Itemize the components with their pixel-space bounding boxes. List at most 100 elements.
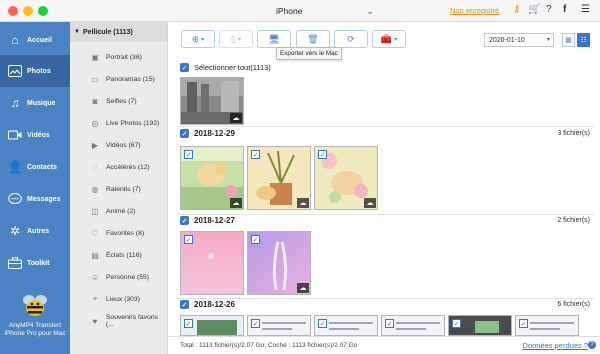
export-to-device-button[interactable]: ▯ ▾: [219, 30, 253, 48]
cart-icon[interactable]: 🛒: [528, 4, 540, 15]
refresh-icon: ⟳: [347, 33, 355, 44]
checkbox-checked-icon: ✓: [251, 150, 260, 159]
list-view-button[interactable]: ☷: [577, 33, 590, 47]
album-item-favorites[interactable]: ♡ Favorites (8): [70, 222, 167, 244]
checkbox-checked-icon: ✓: [318, 319, 327, 328]
nav-item-musique[interactable]: ♫ Musique: [0, 87, 70, 119]
divider: [178, 214, 594, 215]
checkbox-checked-icon: ✓: [452, 319, 461, 328]
nav-item-autres[interactable]: ✲ Autres: [0, 215, 70, 247]
photo-thumbnail[interactable]: ✓: [448, 315, 512, 336]
album-item-selfies[interactable]: ◙ Selfies (7): [70, 90, 167, 112]
album-label: Animé (2): [106, 207, 136, 215]
group-count: 6 fichier(s): [557, 301, 590, 308]
zoom-window-button[interactable]: [38, 6, 48, 16]
divider: [178, 298, 594, 299]
nav-item-videos[interactable]: Vidéos: [0, 119, 70, 151]
album-item-animated[interactable]: ◫ Animé (2): [70, 200, 167, 222]
album-item-people[interactable]: ☺ Personne (55): [70, 266, 167, 288]
photo-thumbnail[interactable]: ✓ ☁: [247, 231, 311, 295]
total-summary: Total : 1113 fichier(s)/2.07 Go; Coché :…: [180, 342, 358, 349]
checkbox-checked-icon: ✓: [184, 235, 193, 244]
date-filter-input[interactable]: 2020-01-10 ▾: [484, 33, 554, 47]
album-label: Souvenirs favoris (...: [105, 314, 159, 328]
grid-view-button[interactable]: ▦: [562, 33, 575, 47]
music-icon: ♫: [10, 96, 20, 110]
album-item-places[interactable]: ⌖ Lieux (303): [70, 288, 167, 310]
album-item-portrait[interactable]: ▣ Portrait (36): [70, 46, 167, 68]
album-label: Portrait (36): [106, 53, 142, 61]
checkbox-checked-icon: ✓: [180, 129, 189, 138]
contacts-icon: 👤: [7, 160, 23, 174]
triangle-down-icon: ▼: [74, 29, 80, 35]
toolbox-button[interactable]: 🧰 ▾: [372, 30, 406, 48]
app-name-line-1: AnyMP4 Transfert: [8, 322, 62, 329]
device-selector[interactable]: iPhone ⌄: [272, 4, 374, 18]
nav-item-photos[interactable]: Photos: [0, 55, 70, 87]
menu-icon[interactable]: ☰: [581, 4, 590, 15]
photo-thumbnail[interactable]: ✓: [180, 315, 244, 336]
photo-thumbnail[interactable]: ☁: [180, 77, 244, 125]
app-name-line-2: iPhone Pro pour Mac: [4, 330, 66, 337]
nav-item-messages[interactable]: Messages: [0, 183, 70, 215]
checkbox-checked-icon: ✓: [184, 150, 193, 159]
refresh-button[interactable]: ⟳: [334, 30, 368, 48]
nav-item-accueil[interactable]: ⌂ Accueil: [0, 24, 70, 56]
select-all[interactable]: ✓ Sélectionner tout(1113): [180, 63, 271, 72]
album-label: Éclats (116): [106, 251, 142, 259]
nav-label: Messages: [27, 195, 61, 203]
photo-thumbnail[interactable]: ✓: [381, 315, 445, 336]
cloud-icon: ☁: [230, 113, 242, 123]
panorama-icon: ▭: [91, 74, 99, 84]
group-count: 3 fichier(s): [557, 130, 590, 137]
album-item-panoramas[interactable]: ▭ Panoramas (15): [70, 68, 167, 90]
photo-thumbnail[interactable]: ✓: [180, 231, 244, 295]
photo-thumbnail[interactable]: ✓ ☁: [180, 146, 244, 210]
photo-thumbnail[interactable]: ✓ ☁: [247, 146, 311, 210]
heart-icon: ♡: [91, 228, 99, 238]
album-item-videos[interactable]: ▶ Vidéos (67): [70, 134, 167, 156]
photo-thumbnail[interactable]: ✓: [247, 315, 311, 336]
others-icon: ✲: [9, 224, 21, 238]
album-item-memories[interactable]: ♥ Souvenirs favoris (...: [70, 310, 167, 332]
album-header-pellicule[interactable]: ▼ Pellicule (1113): [70, 22, 167, 42]
lost-data-link[interactable]: Données perdues ?: [523, 341, 588, 350]
facebook-icon[interactable]: f: [563, 4, 566, 15]
nav-item-toolkit[interactable]: Toolkit: [0, 247, 70, 279]
group-header-2018-12-26[interactable]: ✓ 2018-12-26: [180, 300, 235, 309]
slowmo-icon: ◍: [91, 184, 99, 194]
add-button[interactable]: ⊕ ▾: [181, 30, 215, 48]
home-icon: ⌂: [11, 33, 19, 47]
album-item-bursts[interactable]: ▤ Éclats (116): [70, 244, 167, 266]
checkbox-checked-icon: ✓: [318, 150, 327, 159]
delete-button[interactable]: 🗑: [296, 30, 330, 48]
photo-thumbnail[interactable]: ✓: [314, 315, 378, 336]
album-label: Favorites (8): [106, 229, 145, 237]
export-to-mac-button[interactable]: 🖥: [257, 30, 291, 48]
person-icon: ☺: [90, 272, 100, 282]
question-icon[interactable]: ?: [546, 4, 552, 15]
album-label: Lieux (303): [106, 295, 141, 303]
chevron-down-icon: ⌄: [366, 5, 375, 16]
device-name: iPhone: [276, 6, 303, 16]
photo-thumbnail[interactable]: ✓ ☁: [314, 146, 378, 210]
cloud-icon: ☁: [297, 198, 309, 208]
group-date: 2018-12-26: [194, 300, 235, 309]
unregistered-link[interactable]: Non enregistré: [450, 6, 499, 15]
nav-item-contacts[interactable]: 👤 Contacts: [0, 151, 70, 183]
checkbox-checked-icon: ✓: [180, 300, 189, 309]
nav-label: Contacts: [27, 163, 57, 171]
album-item-slowmo[interactable]: ◍ Ralentis (7): [70, 178, 167, 200]
group-header-2018-12-27[interactable]: ✓ 2018-12-27: [180, 216, 235, 225]
minimize-window-button[interactable]: [23, 6, 33, 16]
help-icon[interactable]: ?: [588, 341, 596, 349]
title-bar: iPhone ⌄ Non enregistré ⚷ 🛒 ? f ☰: [0, 0, 600, 22]
app-logo: [23, 295, 47, 316]
close-window-button[interactable]: [8, 6, 18, 16]
album-item-timelapse[interactable]: ◌ Accélérés (12): [70, 156, 167, 178]
album-item-live-photos[interactable]: ◎ Live Photos (192): [70, 112, 167, 134]
checkbox-checked-icon: ✓: [251, 235, 260, 244]
group-header-2018-12-29[interactable]: ✓ 2018-12-29: [180, 129, 235, 138]
key-icon[interactable]: ⚷: [513, 4, 520, 15]
photo-thumbnail[interactable]: ✓: [515, 315, 579, 336]
